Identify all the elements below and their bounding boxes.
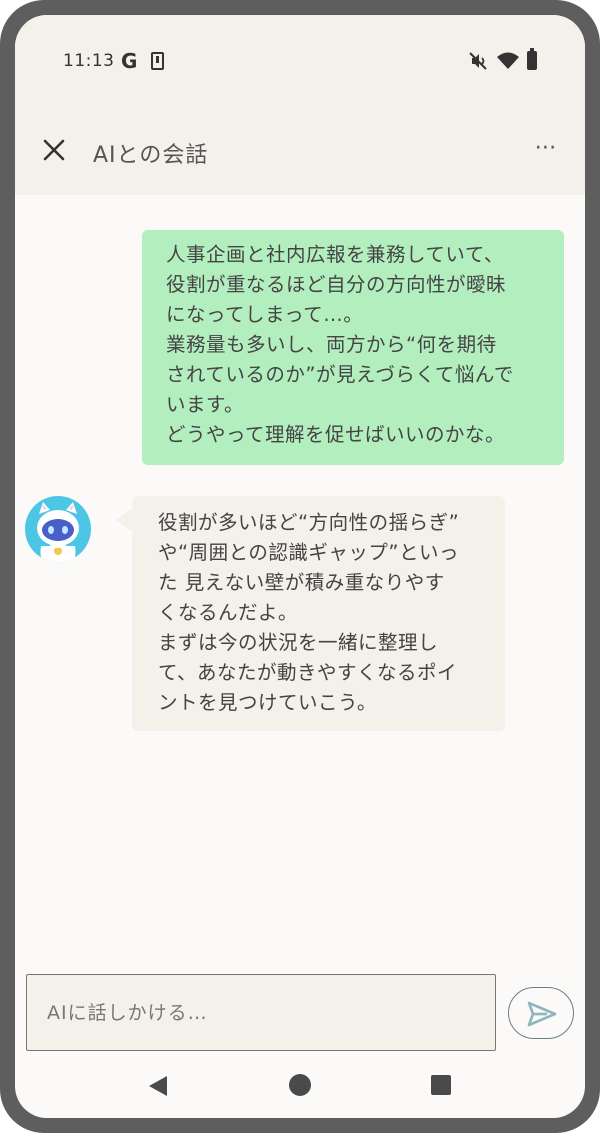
- ai-avatar: [25, 496, 91, 562]
- ai-bubble-tail: [116, 508, 133, 532]
- message-line: います。: [166, 393, 245, 416]
- message-line: て、あなたが動きやすくなるポイ: [158, 661, 458, 684]
- page-title: AIとの会話: [93, 143, 209, 168]
- message-line: くなるんだよ。: [158, 601, 299, 624]
- system-nav-bar: [15, 1055, 585, 1118]
- mute-icon: [469, 52, 487, 70]
- user-message-bubble: 人事企画と社内広報を兼務していて、 役割が重なるほど自分の方向性が曖昧 になって…: [142, 230, 564, 465]
- wifi-icon: [497, 52, 519, 69]
- more-options-button[interactable]: ⋯: [529, 135, 563, 165]
- ai-message-bubble: 役割が多いほど“方向性の揺らぎ” や“周囲との認識ギャップ”といっ た 見えない…: [132, 496, 505, 731]
- message-line: や“周囲との認識ギャップ”といっ: [158, 541, 460, 564]
- recents-icon[interactable]: [431, 1075, 451, 1095]
- message-line: た 見えない壁が積み重なりやす: [158, 571, 445, 594]
- cat-robot-icon: [37, 502, 79, 562]
- chat-header: AIとの会話 ⋯: [15, 113, 585, 189]
- message-line: 業務量も多いし、両方から“何を期待: [166, 333, 497, 356]
- top-bar: 11:13 G AIとの会話 ⋯: [15, 15, 585, 195]
- send-icon: [527, 1001, 557, 1027]
- status-bar: 11:13 G: [15, 15, 585, 107]
- message-line: 人事企画と社内広報を兼務していて、: [166, 243, 504, 266]
- google-icon: G: [121, 49, 138, 73]
- screen: 11:13 G AIとの会話 ⋯ 人事企画と社内広報を兼務していて、 役割が重な…: [15, 15, 585, 1118]
- battery-icon: [527, 48, 537, 70]
- home-icon[interactable]: [289, 1074, 311, 1096]
- message-line: 役割が重なるほど自分の方向性が曖昧: [166, 273, 507, 296]
- message-line: まずは今の状況を一緒に整理し: [158, 631, 439, 654]
- download-icon: [151, 52, 164, 70]
- message-input[interactable]: [26, 974, 496, 1051]
- status-time: 11:13: [63, 51, 115, 71]
- device-frame: 11:13 G AIとの会話 ⋯ 人事企画と社内広報を兼務していて、 役割が重な…: [0, 0, 600, 1133]
- message-line: になってしまって…。: [166, 303, 364, 326]
- message-line: ントを見つけていこう。: [158, 691, 377, 714]
- send-button[interactable]: [508, 987, 574, 1039]
- message-line: どうやって理解を促せばいいのかな。: [166, 423, 506, 446]
- close-button[interactable]: [37, 133, 71, 167]
- message-line: されているのか”が見えづらくて悩んで: [166, 363, 514, 386]
- message-line: 役割が多いほど“方向性の揺らぎ”: [158, 511, 460, 534]
- back-icon[interactable]: [147, 1075, 169, 1097]
- close-icon: [43, 139, 65, 161]
